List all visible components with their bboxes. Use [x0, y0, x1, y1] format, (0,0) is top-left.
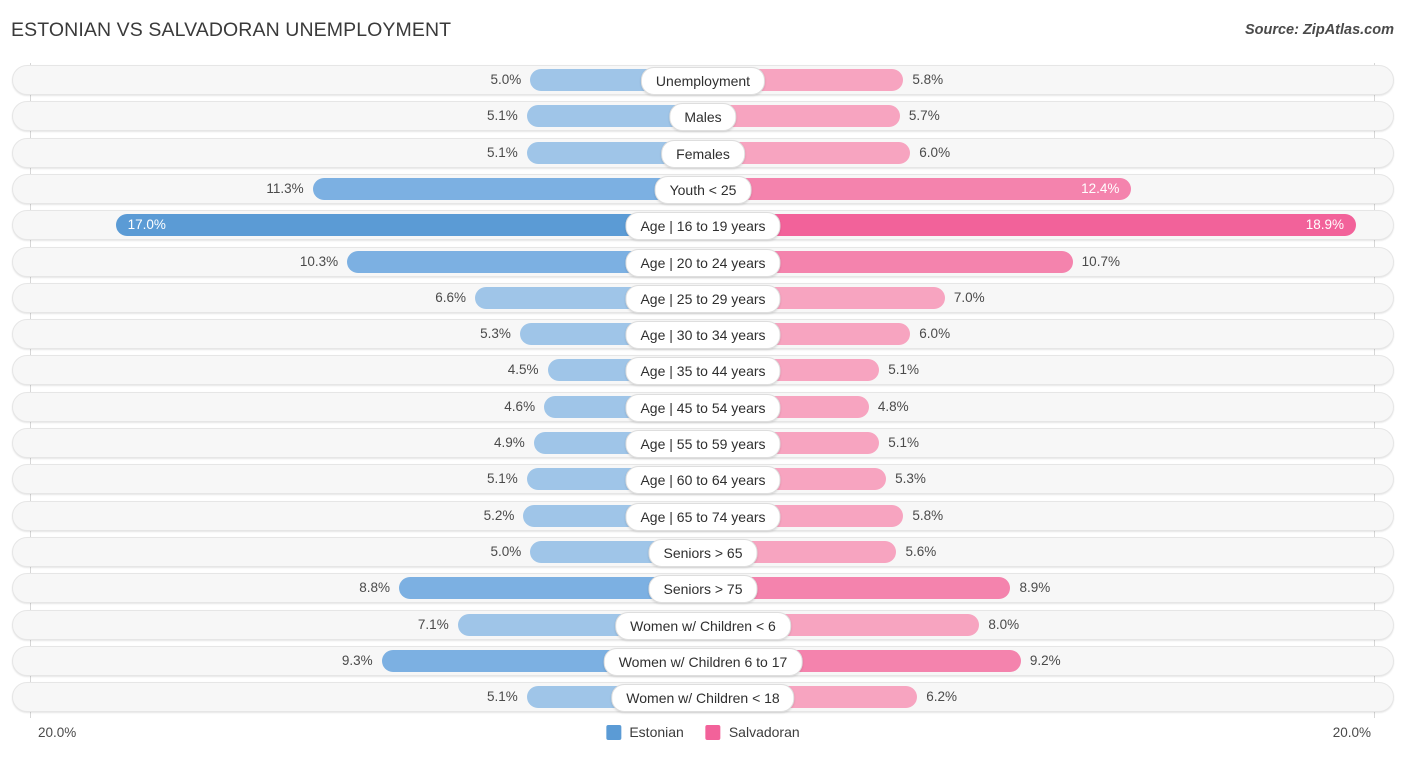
row-category-label: Age | 16 to 19 years — [625, 212, 781, 241]
chart-row: 6.6% 7.0% Age | 25 to 29 years — [12, 282, 1394, 313]
value-label-right: 9.2% — [1029, 652, 1061, 668]
value-label-right: 6.2% — [926, 689, 957, 705]
bar-right-salvadoran — [703, 177, 1132, 200]
value-label-right: 6.0% — [919, 144, 951, 160]
row-category-label: Age | 55 to 59 years — [625, 430, 781, 458]
row-category-label: Females — [661, 139, 745, 168]
row-category-label: Women w/ Children < 18 — [611, 684, 795, 713]
page-title: ESTONIAN VS SALVADORAN UNEMPLOYMENT — [11, 19, 452, 41]
chart-row: 5.2% 5.8% Age | 65 to 74 years — [12, 500, 1394, 531]
axis-max-left-label: 20.0% — [38, 725, 77, 740]
row-category-label: Seniors > 65 — [648, 538, 758, 567]
value-label-left: 9.3% — [341, 652, 373, 668]
value-label-left: 4.9% — [493, 435, 525, 450]
bar-left-estonian — [115, 214, 703, 237]
row-category-label: Age | 20 to 24 years — [625, 248, 781, 277]
chart-row: 4.6% 4.8% Age | 45 to 54 years — [12, 391, 1394, 422]
value-label-left: 7.1% — [417, 616, 449, 632]
value-label-left: 5.0% — [490, 543, 522, 559]
value-label-right: 4.8% — [877, 398, 909, 414]
chart-header: ESTONIAN VS SALVADORAN UNEMPLOYMENT Sour… — [0, 0, 1406, 58]
row-category-label: Age | 45 to 54 years — [625, 393, 781, 422]
value-label-left: 5.1% — [487, 471, 518, 487]
legend-label: Estonian — [629, 724, 684, 740]
chart-row: 5.0% 5.8% Unemployment — [12, 65, 1394, 95]
value-label-right: 18.9% — [1305, 217, 1344, 233]
row-category-label: Age | 35 to 44 years — [625, 357, 781, 386]
value-label-left: 5.1% — [487, 144, 518, 160]
row-category-label: Age | 30 to 34 years — [625, 321, 781, 350]
chart-row: 8.8% 8.9% Seniors > 75 — [12, 573, 1394, 604]
value-label-left: 4.6% — [504, 398, 536, 414]
value-label-right: 5.7% — [908, 108, 940, 124]
value-label-left: 11.3% — [266, 180, 304, 196]
value-label-left: 5.1% — [487, 689, 518, 705]
value-label-left: 6.6% — [435, 289, 466, 305]
row-category-label: Women w/ Children < 6 — [615, 611, 791, 640]
chart-row: 10.3% 10.7% Age | 20 to 24 years — [12, 246, 1394, 277]
value-label-right: 12.4% — [1081, 180, 1120, 196]
diverging-bar-chart: 5.0% 5.8% Unemployment 5.1% 5.7% Males 5.1% 6.0… — [0, 58, 1406, 718]
row-category-label: Males — [669, 103, 737, 132]
bar-left-estonian — [312, 177, 703, 200]
value-label-left: 5.2% — [483, 507, 515, 523]
chart-row: 4.9% 5.1% Age | 55 to 59 years — [12, 428, 1394, 458]
value-label-right: 5.1% — [888, 362, 919, 378]
value-label-left: 5.1% — [487, 108, 518, 124]
legend-swatch-salvadoran — [705, 724, 721, 740]
chart-legend: Estonian Salvadoran — [606, 724, 800, 740]
row-category-label: Youth < 25 — [654, 175, 752, 204]
value-label-right: 5.3% — [895, 471, 926, 487]
chart-row: 5.1% 6.2% Women w/ Children < 18 — [12, 682, 1394, 713]
value-label-right: 5.1% — [888, 435, 919, 450]
chart-row: 5.1% 5.3% Age | 60 to 64 years — [12, 464, 1394, 495]
value-label-right: 6.0% — [919, 326, 951, 342]
row-category-label: Age | 25 to 29 years — [625, 284, 781, 313]
row-category-label: Seniors > 75 — [648, 575, 758, 604]
value-label-right: 8.0% — [988, 616, 1020, 632]
value-label-left: 8.8% — [359, 580, 390, 596]
chart-row: 5.1% 5.7% Males — [12, 101, 1394, 132]
chart-row: 5.3% 6.0% Age | 30 to 34 years — [12, 319, 1394, 350]
value-label-right: 8.9% — [1019, 580, 1051, 596]
legend-item[interactable]: Salvadoran — [705, 724, 800, 740]
chart-row: 5.0% 5.6% Seniors > 65 — [12, 536, 1394, 567]
value-label-right: 10.7% — [1081, 253, 1120, 269]
chart-row: 7.1% 8.0% Women w/ Children < 6 — [12, 609, 1394, 640]
row-category-label: Unemployment — [640, 67, 766, 95]
row-category-label: Age | 65 to 74 years — [625, 502, 781, 531]
bar-right-salvadoran — [703, 214, 1356, 237]
chart-row: 17.0% 18.9% Age | 16 to 19 years — [12, 210, 1394, 241]
legend-swatch-estonian — [606, 724, 622, 740]
legend-item[interactable]: Estonian — [606, 724, 684, 740]
chart-footer: 20.0% Estonian Salvadoran 20.0% — [0, 718, 1406, 757]
value-label-right: 5.6% — [905, 543, 937, 559]
value-label-left: 4.5% — [507, 362, 539, 378]
value-label-right: 7.0% — [953, 289, 985, 305]
row-category-label: Age | 60 to 64 years — [625, 466, 781, 495]
value-label-left: 10.3% — [299, 253, 339, 269]
chart-row: 4.5% 5.1% Age | 35 to 44 years — [12, 355, 1394, 386]
chart-row: 11.3% 12.4% Youth < 25 — [12, 173, 1394, 204]
value-label-left: 5.0% — [490, 72, 522, 87]
value-label-left: 17.0% — [127, 217, 166, 233]
chart-row: 9.3% 9.2% Women w/ Children 6 to 17 — [12, 645, 1394, 676]
value-label-right: 5.8% — [912, 507, 944, 523]
source-attribution: Source: ZipAtlas.com — [1244, 22, 1394, 38]
row-category-label: Women w/ Children 6 to 17 — [603, 647, 803, 676]
value-label-right: 5.8% — [912, 72, 944, 87]
value-label-left: 5.3% — [480, 326, 511, 342]
chart-row: 5.1% 6.0% Females — [12, 137, 1394, 168]
axis-max-right-label: 20.0% — [1332, 725, 1371, 740]
legend-label: Salvadoran — [728, 724, 800, 740]
